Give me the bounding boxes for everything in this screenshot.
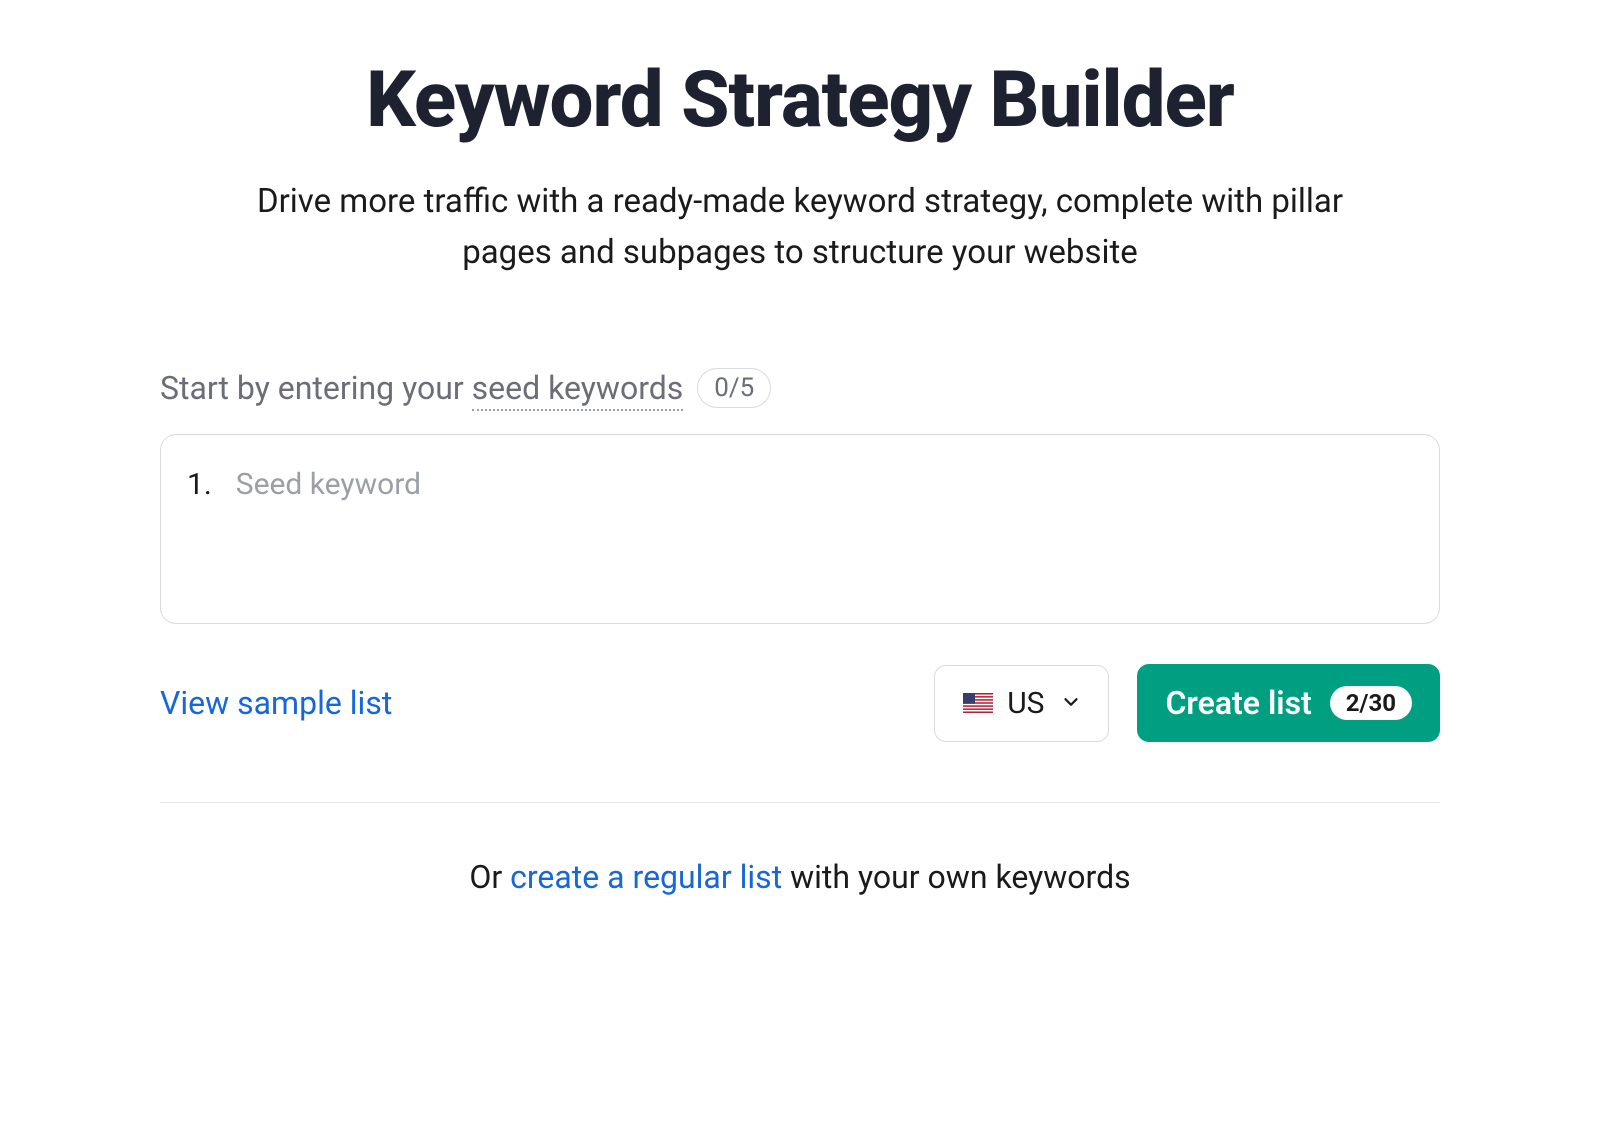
page-subtitle: Drive more traffic with a ready-made key… [225, 176, 1375, 278]
seed-keywords-help[interactable]: seed keywords [472, 369, 684, 411]
line-number: 1. [187, 467, 212, 502]
footer-prefix: Or [469, 858, 510, 896]
seed-keywords-input-box[interactable]: 1. [160, 434, 1440, 624]
actions-row: View sample list US [160, 664, 1440, 742]
footer-text: Or create a regular list with your own k… [160, 858, 1440, 896]
input-label-prefix: Start by entering your [160, 369, 472, 407]
divider [160, 802, 1440, 803]
create-list-button[interactable]: Create list 2/30 [1137, 664, 1440, 742]
chevron-down-icon [1060, 686, 1082, 721]
create-list-count: 2/30 [1330, 686, 1412, 720]
seed-keyword-input[interactable] [236, 467, 1413, 502]
seed-input-line: 1. [187, 467, 1413, 502]
footer-suffix: with your own keywords [782, 858, 1131, 896]
create-regular-list-link[interactable]: create a regular list [510, 858, 782, 896]
create-list-label: Create list [1165, 684, 1311, 722]
seed-count-badge: 0/5 [697, 368, 771, 408]
right-actions: US Create list 2/30 [934, 664, 1440, 742]
view-sample-link[interactable]: View sample list [160, 684, 392, 722]
country-code: US [1007, 686, 1044, 721]
page-title: Keyword Strategy Builder [160, 60, 1440, 142]
input-label-row: Start by entering your seed keywords 0/5 [160, 368, 1440, 408]
input-label: Start by entering your seed keywords [160, 369, 683, 407]
country-dropdown[interactable]: US [934, 665, 1109, 742]
us-flag-icon [963, 693, 993, 713]
